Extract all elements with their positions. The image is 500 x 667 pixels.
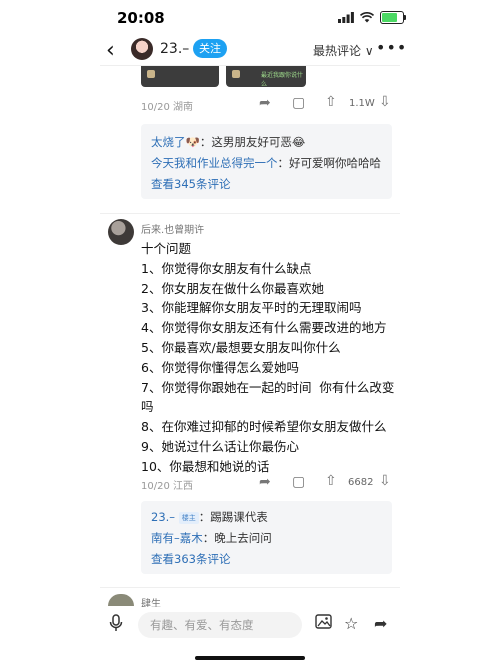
microphone-icon[interactable] — [109, 614, 123, 636]
reply-author[interactable]: 23.– — [151, 510, 175, 524]
follow-button[interactable]: 关注 — [193, 39, 227, 58]
comment-line: 2、你女朋友在做什么你最喜欢她 — [141, 280, 324, 296]
comment-line: 1、你觉得你女朋友有什么缺点 — [141, 260, 312, 276]
comment-line: 8、在你难过抑郁的时候希望你女朋友做什么 — [141, 419, 387, 435]
comment-image-2[interactable]: 最近我跟你说什么 — [226, 66, 306, 88]
more-icon[interactable]: ••• — [376, 38, 407, 57]
reply-author[interactable]: 今天我和作业总得完一个 — [151, 156, 278, 170]
reply-item[interactable]: 太烧了🐶：这男朋友好可恶😂 — [151, 134, 305, 150]
reply-text: ：好可爱啊你哈哈哈 — [277, 156, 382, 170]
battery-icon — [380, 11, 406, 24]
share-icon[interactable]: ➦ — [259, 95, 271, 111]
avatar[interactable] — [108, 594, 134, 606]
upvote-icon[interactable]: ⇧ — [325, 94, 337, 110]
like-count: 6682 — [348, 477, 374, 488]
star-icon[interactable]: ☆ — [344, 614, 358, 633]
comment-line: 6、你觉得你懂得怎么爱她吗 — [141, 359, 299, 375]
view-all-replies-link[interactable]: 查看363条评论 — [151, 551, 230, 567]
signal-icon — [338, 12, 354, 23]
reply-author[interactable]: 南有–嘉木 — [151, 531, 203, 545]
comment-username[interactable]: 后来.也曾期许 — [141, 221, 204, 236]
comment-line: 3、你能理解你女朋友平时的无理取闹吗 — [141, 300, 362, 316]
reply-item[interactable]: 今天我和作业总得完一个：好可爱啊你哈哈哈 — [151, 155, 381, 171]
nav-username[interactable]: 23.– — [160, 41, 189, 57]
downvote-icon[interactable]: ⇩ — [379, 473, 391, 489]
comment-line: 7、你觉得你跟她在一起的时间 你有什么改变 — [141, 379, 395, 395]
image-caption: 最近我跟你说什么 — [261, 72, 304, 88]
reply-item[interactable]: 南有–嘉木：晚上去问问 — [151, 530, 272, 546]
like-count: 1.1W — [349, 98, 375, 109]
back-icon[interactable]: ‹ — [106, 38, 115, 63]
sort-label: 最热评论 — [313, 44, 362, 58]
view-all-replies-link[interactable]: 查看345条评论 — [151, 176, 230, 192]
comment-line: 4、你觉得你女朋友还有什么需要改进的地方 — [141, 320, 387, 336]
comment-line: 9、她说过什么话让你最伤心 — [141, 438, 299, 454]
comment-image-1[interactable] — [141, 66, 219, 87]
status-icons — [338, 11, 406, 24]
home-indicator — [195, 656, 305, 660]
reply-item[interactable]: 23.– 楼主 ：踢踢课代表 — [151, 509, 268, 525]
comment-meta: 10/20 江西 — [141, 481, 193, 492]
divider — [100, 213, 400, 214]
share-icon[interactable]: ➦ — [374, 614, 387, 633]
reply-text: ：这男朋友好可恶😂 — [199, 135, 306, 149]
comment-icon[interactable]: ▢ — [292, 474, 305, 490]
comment-line: 吗 — [141, 399, 154, 415]
share-icon[interactable]: ➦ — [259, 474, 271, 490]
upvote-icon[interactable]: ⇧ — [325, 473, 337, 489]
reply-text: ：晚上去问问 — [202, 531, 272, 545]
image-icon[interactable] — [315, 614, 332, 633]
comment-line: 十个问题 — [141, 241, 192, 256]
wifi-icon — [360, 12, 374, 23]
comment-input[interactable]: 有趣、有爱、有态度 — [138, 612, 302, 638]
status-time: 20:08 — [117, 9, 165, 27]
avatar[interactable] — [108, 219, 134, 245]
reply-author[interactable]: 太烧了🐶 — [151, 135, 200, 149]
op-badge: 楼主 — [178, 511, 199, 524]
sort-dropdown[interactable]: 最热评论 ∨ — [313, 42, 374, 59]
downvote-icon[interactable]: ⇩ — [379, 94, 391, 110]
chevron-down-icon: ∨ — [364, 44, 374, 58]
divider — [100, 587, 400, 588]
comment-icon[interactable]: ▢ — [292, 95, 305, 111]
reply-text: ：踢踢课代表 — [198, 510, 268, 524]
post-meta: 10/20 湖南 — [141, 102, 193, 113]
avatar[interactable] — [131, 38, 153, 60]
comment-line: 5、你最喜欢/最想要女朋友叫你什么 — [141, 339, 341, 355]
comment-body: 十个问题 1、你觉得你女朋友有什么缺点 2、你女朋友在做什么你最喜欢她 3、你能… — [141, 239, 396, 477]
